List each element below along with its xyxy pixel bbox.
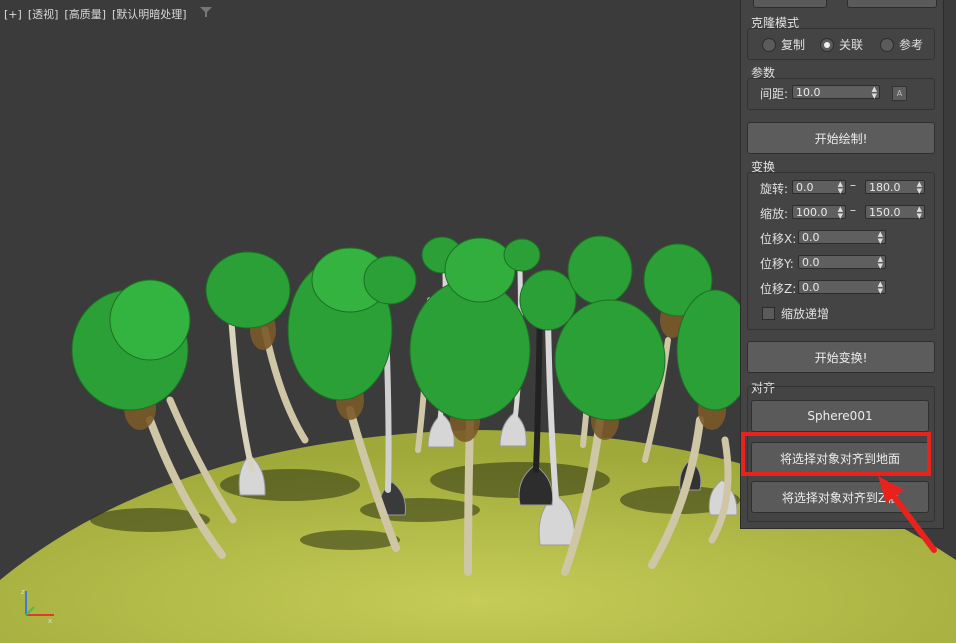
annotation-arrow-icon	[878, 476, 937, 553]
